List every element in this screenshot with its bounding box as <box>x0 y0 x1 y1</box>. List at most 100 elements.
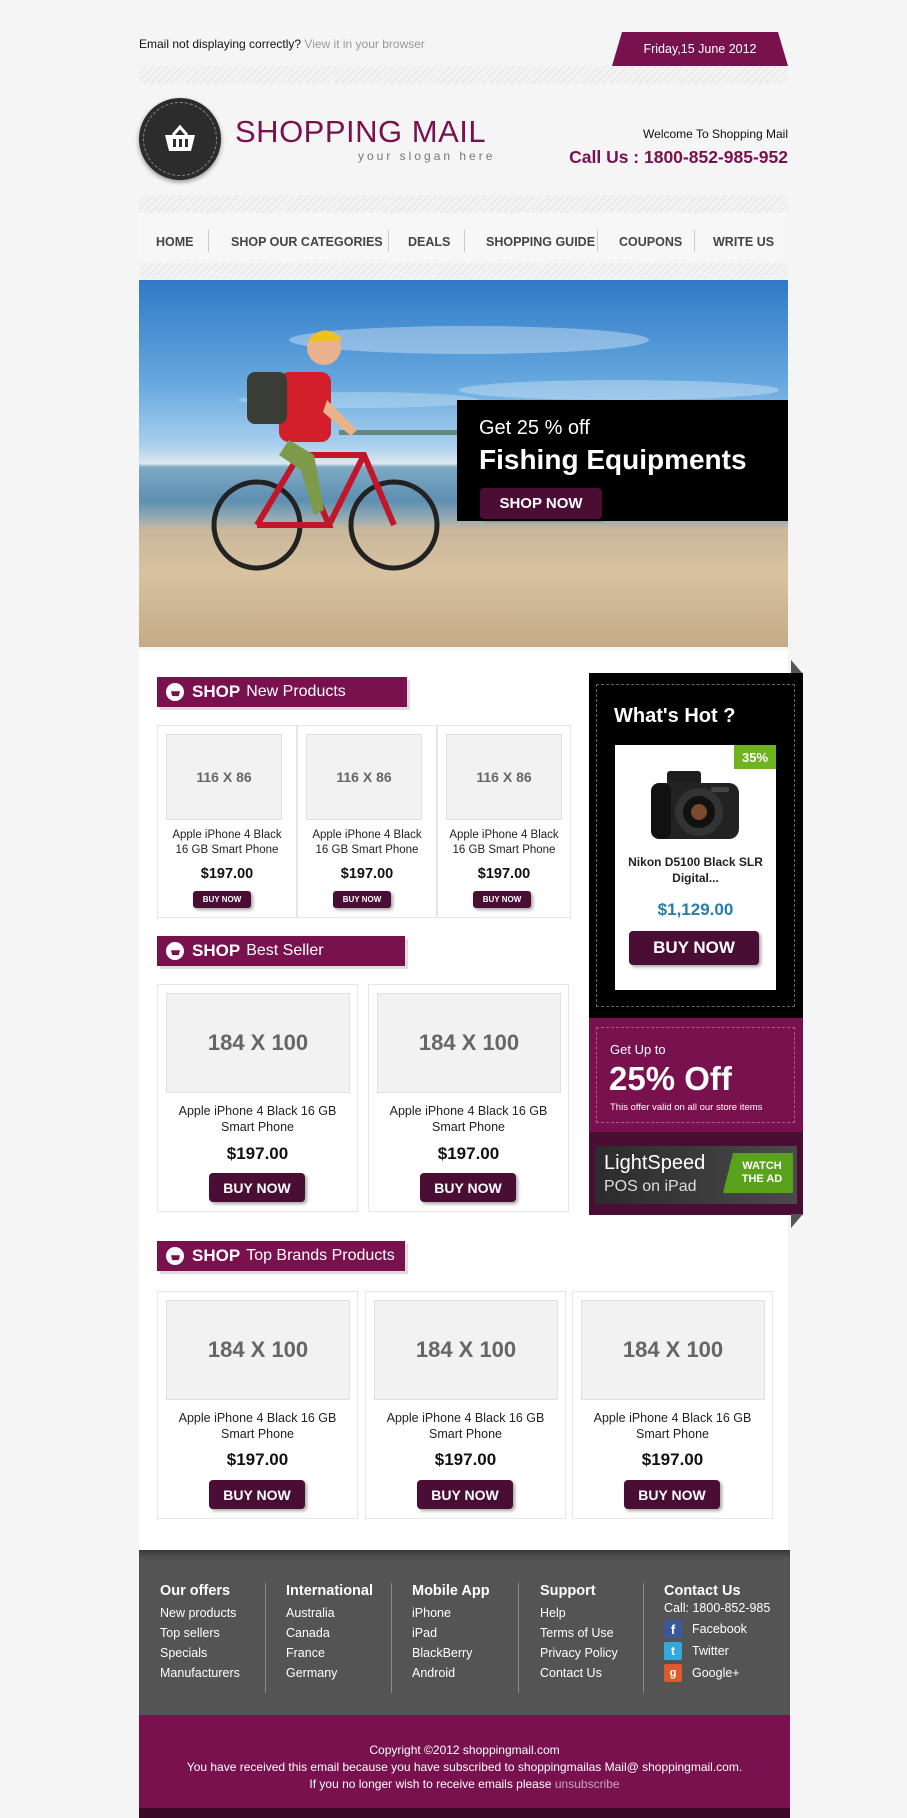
nav-shopping-guide[interactable]: SHOPPING GUIDE <box>486 235 595 249</box>
product-image-placeholder: 184 X 100 <box>166 1300 350 1400</box>
product-name: Apple iPhone 4 Black 16 GB Smart Phone <box>389 1104 548 1135</box>
promo-panel: Get Up to 25% Off This offer valid on al… <box>589 1018 803 1132</box>
footer-link[interactable]: Contact Us <box>540 1666 618 1680</box>
footer-link[interactable]: Help <box>540 1606 618 1620</box>
ad-banner[interactable]: LightSpeed POS on iPad WATCH THE AD <box>589 1132 803 1215</box>
nav-deals[interactable]: DEALS <box>408 235 450 249</box>
product-price: $197.00 <box>226 1450 289 1469</box>
ad-sub: POS on iPad <box>604 1178 697 1195</box>
footer-link[interactable]: Manufacturers <box>160 1666 240 1680</box>
hero-shop-now-button[interactable]: SHOP NOW <box>480 488 602 519</box>
unsubscribe-link[interactable]: unsubscribe <box>555 1777 620 1791</box>
hot-product-name: Nikon D5100 Black SLR Digital... <box>628 855 763 885</box>
product-card: 184 X 100 Apple iPhone 4 Black 16 GB Smar… <box>157 1291 358 1519</box>
footer-link[interactable]: Android <box>412 1666 490 1680</box>
nav-write-us[interactable]: WRITE US <box>713 235 774 249</box>
nav-divider <box>597 230 598 252</box>
buy-now-button[interactable]: BUY NOW <box>209 1173 305 1202</box>
nav-divider <box>208 230 209 252</box>
hero-line1: Get 25 % off <box>479 417 590 439</box>
whats-hot-panel: What's Hot ? 35% Nikon D5100 Black SLR Di… <box>589 673 803 1018</box>
product-price: $197.00 <box>340 866 394 882</box>
hot-product-card: 35% Nikon D5100 Black SLR Digital... $1,1… <box>615 745 776 990</box>
logo <box>139 98 221 180</box>
footer-offers: Our offers New products Top sellers Spec… <box>160 1583 240 1686</box>
nav-coupons[interactable]: COUPONS <box>619 235 682 249</box>
product-name: Apple iPhone 4 Black 16 GB Smart Phone <box>593 1411 752 1442</box>
nav-home[interactable]: HOME <box>156 235 194 249</box>
buy-now-button[interactable]: BUY NOW <box>420 1173 516 1202</box>
twitter-icon: t <box>664 1642 682 1660</box>
product-image-placeholder: 184 X 100 <box>374 1300 558 1400</box>
footer-divider <box>265 1583 266 1693</box>
footer-call: Call: 1800-852-985 <box>664 1601 771 1615</box>
notice-text: Email not displaying correctly? <box>139 37 302 51</box>
best-seller-header: SHOP Best Seller <box>157 936 405 966</box>
product-card: 116 X 86 Apple iPhone 4 Black 16 GB Smart… <box>157 725 297 918</box>
product-image-placeholder: 116 X 86 <box>166 734 282 820</box>
footer-link[interactable]: New products <box>160 1606 240 1620</box>
hero-offer-box: Get 25 % off Fishing Equipments SHOP NOW <box>457 400 788 521</box>
footer-link[interactable]: Australia <box>286 1606 373 1620</box>
product-name: Apple iPhone 4 Black 16 GB Smart Phone <box>178 1411 337 1442</box>
footer-link[interactable]: iPad <box>412 1626 490 1640</box>
hot-title: What's Hot ? <box>614 705 736 727</box>
nav-divider <box>464 230 465 252</box>
buy-now-button[interactable]: BUY NOW <box>193 891 251 908</box>
buy-now-button[interactable]: BUY NOW <box>417 1480 513 1509</box>
product-image-placeholder: 184 X 100 <box>581 1300 765 1400</box>
footer-heading: Mobile App <box>412 1583 490 1599</box>
product-name: Apple iPhone 4 Black 16 GB Smart Phone <box>172 829 282 856</box>
google-plus-icon: g <box>664 1664 682 1682</box>
nav-divider <box>694 230 695 252</box>
product-price: $197.00 <box>226 1144 289 1163</box>
footer-link[interactable]: Canada <box>286 1626 373 1640</box>
footer-link[interactable]: iPhone <box>412 1606 490 1620</box>
subscription-note: You have received this email because you… <box>186 1760 743 1774</box>
copyright: Copyright ©2012 shoppingmail.com <box>369 1743 560 1757</box>
footer-heading: Our offers <box>160 1583 231 1599</box>
view-in-browser-link[interactable]: View it in your browser <box>304 37 425 51</box>
product-price: $197.00 <box>200 866 254 882</box>
footer-link[interactable]: Terms of Use <box>540 1626 618 1640</box>
buy-now-button[interactable]: BUY NOW <box>209 1480 305 1509</box>
facebook-link[interactable]: f Facebook <box>664 1620 770 1638</box>
product-name: Apple iPhone 4 Black 16 GB Smart Phone <box>178 1104 337 1135</box>
nav-divider <box>388 230 389 252</box>
footer-heading: International <box>286 1583 374 1599</box>
brand-slogan: your slogan here <box>358 149 496 163</box>
basket-icon <box>166 1247 184 1265</box>
nav-shop-categories[interactable]: SHOP OUR CATEGORIES <box>231 235 383 249</box>
welcome-text: Welcome To Shopping Mail <box>643 127 788 141</box>
basket-icon <box>166 683 184 701</box>
product-image-placeholder: 116 X 86 <box>446 734 562 820</box>
footer-divider <box>518 1583 519 1693</box>
footer-mobile: Mobile App iPhone iPad BlackBerry Androi… <box>412 1583 490 1686</box>
footer-link[interactable]: Germany <box>286 1666 373 1680</box>
hot-buy-now-button[interactable]: BUY NOW <box>629 931 759 965</box>
footer-link[interactable]: France <box>286 1646 373 1660</box>
nav-stripe-bottom <box>139 263 788 279</box>
ad-brand: LightSpeed <box>604 1152 706 1174</box>
twitter-link[interactable]: t Twitter <box>664 1642 770 1660</box>
footer-divider <box>643 1583 644 1693</box>
product-card: 116 X 86 Apple iPhone 4 Black 16 GB Smart… <box>297 725 437 918</box>
footer-link[interactable]: Top sellers <box>160 1626 240 1640</box>
footer-link[interactable]: Privacy Policy <box>540 1646 618 1660</box>
facebook-icon: f <box>664 1620 682 1638</box>
buy-now-button[interactable]: BUY NOW <box>473 891 531 908</box>
footer-link[interactable]: Specials <box>160 1646 240 1660</box>
hot-product-price: $1,129.00 <box>657 900 734 919</box>
product-name: Apple iPhone 4 Black 16 GB Smart Phone <box>386 1411 545 1442</box>
footer-divider <box>391 1583 392 1693</box>
buy-now-button[interactable]: BUY NOW <box>624 1480 720 1509</box>
new-products-header: SHOP New Products <box>157 677 407 707</box>
top-brands-header: SHOP Top Brands Products <box>157 1241 405 1271</box>
google-plus-link[interactable]: g Google+ <box>664 1664 770 1682</box>
product-name: Apple iPhone 4 Black 16 GB Smart Phone <box>449 829 559 856</box>
buy-now-button[interactable]: BUY NOW <box>333 891 391 908</box>
footer-link[interactable]: BlackBerry <box>412 1646 490 1660</box>
discount-badge: 35% <box>734 745 776 769</box>
footer-support: Support Help Terms of Use Privacy Policy… <box>540 1583 618 1686</box>
sidebar-fold-top <box>791 660 803 674</box>
